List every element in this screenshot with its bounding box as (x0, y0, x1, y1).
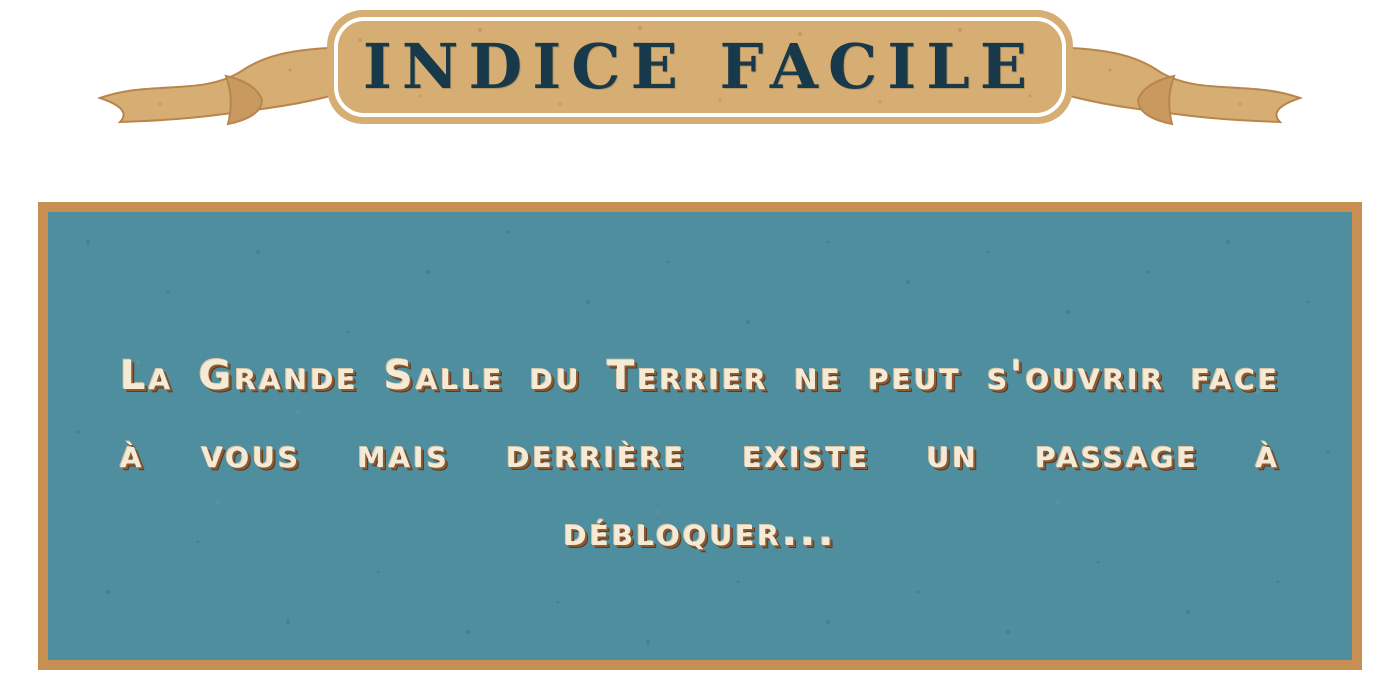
hint-text: La Grande Salle du Terrier ne peut s'ouv… (120, 353, 1280, 555)
hint-banner: Indice facile (0, 0, 1400, 140)
hint-panel: La Grande Salle du Terrier ne peut s'ouv… (38, 202, 1362, 670)
banner-title: Indice facile (362, 29, 1038, 103)
hint-panel-body: La Grande Salle du Terrier ne peut s'ouv… (48, 212, 1352, 660)
